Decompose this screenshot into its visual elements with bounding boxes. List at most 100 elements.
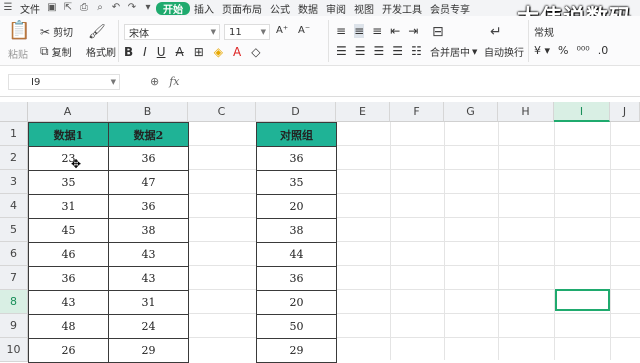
preview-icon[interactable]: ⌕ <box>95 3 105 13</box>
name-box[interactable]: I9 ▼ <box>8 74 120 90</box>
merge-center-button[interactable]: 合并居中 ▼ <box>430 44 477 60</box>
table1-cell[interactable]: 48 <box>28 314 109 339</box>
column-header-i[interactable]: I <box>554 102 610 122</box>
wrap-text-button[interactable]: 自动换行 <box>484 44 524 59</box>
underline-icon[interactable]: U <box>157 45 166 59</box>
table2-cell[interactable]: 38 <box>256 218 337 243</box>
formula-input[interactable] <box>190 74 630 90</box>
column-header-a[interactable]: A <box>28 102 108 122</box>
merge-center-icon-button[interactable]: ⊟ <box>432 24 447 40</box>
tab-view[interactable]: 视图 <box>350 0 378 16</box>
column-header-d[interactable]: D <box>256 102 336 122</box>
tab-page-layout[interactable]: 页面布局 <box>218 0 266 16</box>
fill-color-icon[interactable]: ◈ <box>214 45 223 59</box>
menu-file[interactable]: 文件 <box>16 0 44 16</box>
indent-left-icon[interactable]: ⇤ <box>390 24 400 38</box>
italic-icon[interactable]: I <box>143 45 147 59</box>
undo-icon[interactable]: ↶ <box>111 3 121 13</box>
thousands-icon[interactable]: ⁰⁰⁰ <box>576 44 589 57</box>
decimal-icon[interactable]: .0 <box>598 44 609 57</box>
percent-icon[interactable]: % <box>558 44 568 57</box>
table2-cell[interactable]: 35 <box>256 170 337 195</box>
indent-right-icon[interactable]: ⇥ <box>408 24 418 38</box>
column-header-b[interactable]: B <box>108 102 188 122</box>
zoom-icon[interactable]: ⊕ <box>150 75 159 88</box>
table1-cell[interactable]: 47 <box>108 170 189 195</box>
align-top-icon[interactable]: ≡ <box>336 24 346 38</box>
cut-button[interactable]: ✂ 剪切 <box>40 24 73 40</box>
table1-cell[interactable]: 36 <box>108 146 189 171</box>
row-header[interactable]: 10 <box>0 338 28 362</box>
column-header-h[interactable]: H <box>498 102 554 122</box>
table1-cell[interactable]: 43 <box>28 290 109 315</box>
row-header[interactable]: 3 <box>0 170 28 194</box>
align-bottom-icon[interactable]: ≡ <box>372 24 382 38</box>
paste-button[interactable]: 📋 <box>8 20 33 41</box>
tab-home[interactable]: 开始 <box>156 1 190 16</box>
align-center-icon[interactable]: ☰ <box>355 44 366 58</box>
format-painter-button[interactable]: 格式刷 <box>86 44 116 59</box>
font-name-select[interactable]: 宋体 ▼ <box>124 24 220 40</box>
row-header[interactable]: 5 <box>0 218 28 242</box>
row-header[interactable]: 2 <box>0 146 28 170</box>
tab-developer[interactable]: 开发工具 <box>378 0 426 16</box>
save-icon[interactable]: ▣ <box>47 3 57 13</box>
table2-cell[interactable]: 29 <box>256 338 337 363</box>
table2-cell[interactable]: 20 <box>256 194 337 219</box>
fx-icon[interactable]: fx <box>169 75 179 88</box>
table1-cell[interactable]: 36 <box>28 266 109 291</box>
row-header[interactable]: 6 <box>0 242 28 266</box>
strikethrough-icon[interactable]: A <box>176 45 184 59</box>
table1-cell[interactable]: 23 <box>28 146 109 171</box>
format-painter-icon-button[interactable]: 🖌 <box>88 24 109 40</box>
bold-icon[interactable]: B <box>124 45 133 59</box>
export-icon[interactable]: ⇱ <box>63 3 73 13</box>
tab-formulas[interactable]: 公式 <box>266 0 294 16</box>
font-color-icon[interactable]: A <box>233 45 241 59</box>
redo-icon[interactable]: ↷ <box>127 3 137 13</box>
justify-icon[interactable]: ☰ <box>392 44 403 58</box>
tab-member[interactable]: 会员专享 <box>426 0 474 16</box>
font-grow-icon[interactable]: A⁺ <box>276 25 288 36</box>
row-header[interactable]: 9 <box>0 314 28 338</box>
table2-header-control[interactable]: 对照组 <box>256 122 337 147</box>
table1-cell[interactable]: 26 <box>28 338 109 363</box>
tab-data[interactable]: 数据 <box>294 0 322 16</box>
table2-cell[interactable]: 44 <box>256 242 337 267</box>
tab-insert[interactable]: 插入 <box>190 0 218 16</box>
column-header-e[interactable]: E <box>336 102 390 122</box>
table1-cell[interactable]: 24 <box>108 314 189 339</box>
table1-cell[interactable]: 45 <box>28 218 109 243</box>
table1-cell[interactable]: 38 <box>108 218 189 243</box>
wrap-text-icon-button[interactable]: ↵ <box>490 24 505 40</box>
print-icon[interactable]: ⎙ <box>79 3 89 13</box>
currency-icon[interactable]: ¥ ▾ <box>534 44 550 57</box>
table1-cell[interactable]: 35 <box>28 170 109 195</box>
row-header[interactable]: 1 <box>0 122 28 146</box>
distribute-icon[interactable]: ☷ <box>411 44 422 58</box>
table1-cell[interactable]: 43 <box>108 242 189 267</box>
column-header-g[interactable]: G <box>444 102 498 122</box>
column-header-f[interactable]: F <box>390 102 444 122</box>
table1-cell[interactable]: 36 <box>108 194 189 219</box>
table2-cell[interactable]: 20 <box>256 290 337 315</box>
row-header[interactable]: 4 <box>0 194 28 218</box>
table1-cell[interactable]: 43 <box>108 266 189 291</box>
column-header-c[interactable]: C <box>188 102 256 122</box>
table1-cell[interactable]: 29 <box>108 338 189 363</box>
copy-button[interactable]: ⧉ 复制 <box>40 44 72 59</box>
table2-cell[interactable]: 36 <box>256 146 337 171</box>
dropdown-icon[interactable]: ▾ <box>143 3 153 13</box>
table2-cell[interactable]: 36 <box>256 266 337 291</box>
align-left-icon[interactable]: ☰ <box>336 44 347 58</box>
font-shrink-icon[interactable]: A⁻ <box>298 25 310 36</box>
select-all-corner[interactable] <box>0 102 28 122</box>
selected-cell-i9[interactable] <box>555 289 610 311</box>
border-icon[interactable]: ⊞ <box>194 45 204 59</box>
row-header[interactable]: 8 <box>0 290 28 314</box>
row-header[interactable]: 7 <box>0 266 28 290</box>
table2-cell[interactable]: 50 <box>256 314 337 339</box>
table1-cell[interactable]: 31 <box>28 194 109 219</box>
number-format-select[interactable]: 常规 <box>534 24 554 39</box>
tab-review[interactable]: 审阅 <box>322 0 350 16</box>
